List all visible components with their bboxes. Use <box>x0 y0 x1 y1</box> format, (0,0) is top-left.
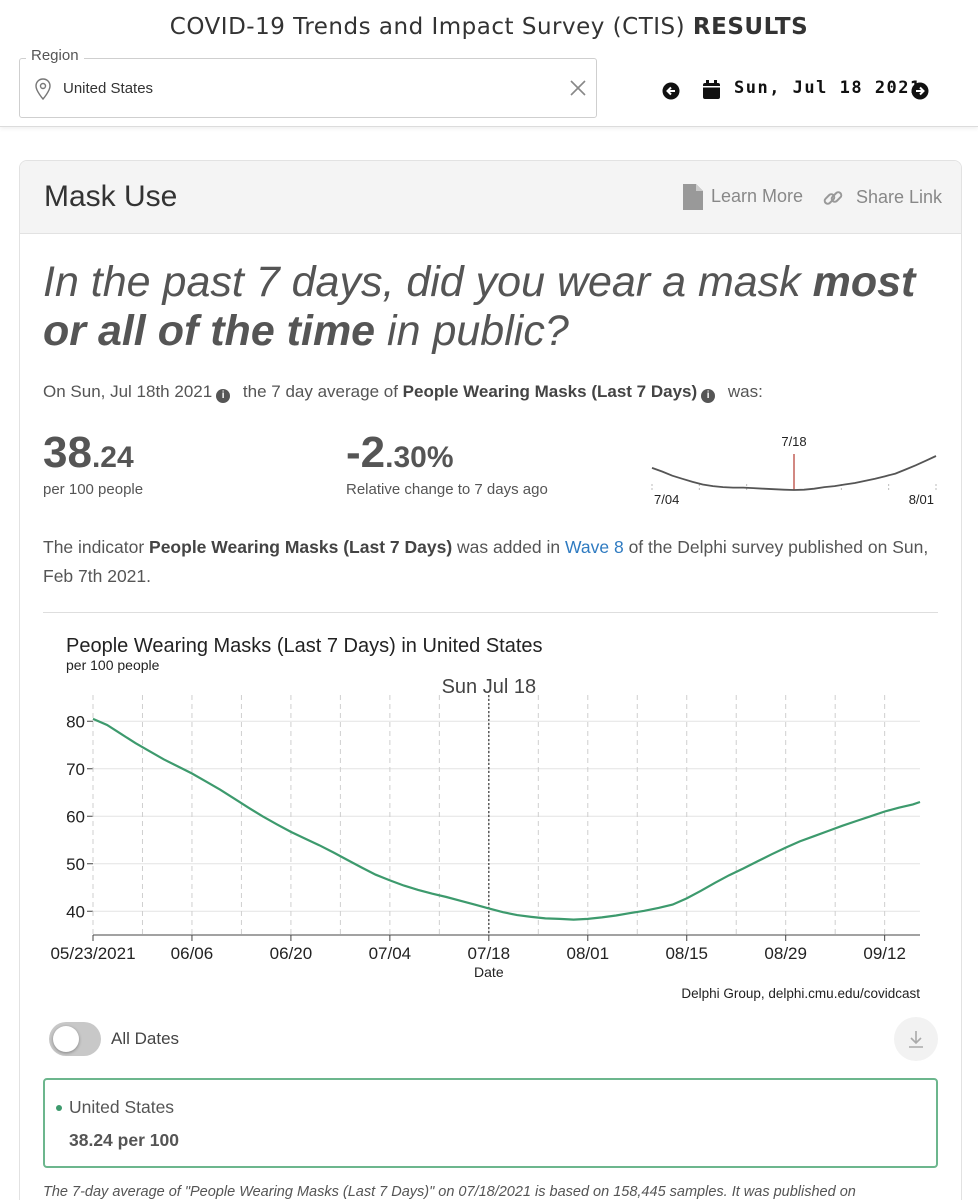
card-title: Mask Use <box>44 180 178 213</box>
selected-region-box <box>43 1078 938 1168</box>
y-tick-label: 80 <box>66 712 85 731</box>
indicator-added-note: The indicator People Wearing Masks (Last… <box>43 537 929 586</box>
chart-source: Delphi Group, delphi.cmu.edu/covidcast <box>681 986 920 1001</box>
x-tick-label: 08/29 <box>764 944 807 963</box>
toggle-knob[interactable] <box>53 1026 79 1052</box>
wave-link[interactable]: Wave 8 <box>565 537 624 557</box>
series-line <box>92 717 921 921</box>
region-input[interactable]: United States <box>63 80 153 97</box>
x-tick-label: 09/12 <box>863 944 906 963</box>
y-tick-label: 50 <box>66 855 85 874</box>
x-tick-label: 06/20 <box>270 944 313 963</box>
x-tick-label: 07/04 <box>369 944 412 963</box>
share-link[interactable]: Share Link <box>856 187 942 208</box>
sparkline-chart: 7/18 7/04 8/01 <box>651 434 937 507</box>
x-tick-label: 06/06 <box>171 944 214 963</box>
previous-date-icon[interactable] <box>662 82 680 100</box>
relative-change-label: Relative change to 7 days ago <box>346 481 548 498</box>
sparkline-marker-label: 7/18 <box>781 434 806 449</box>
info-icon[interactable]: i <box>701 389 716 403</box>
x-tick-label: 08/01 <box>567 944 610 963</box>
series-dot <box>56 1105 62 1111</box>
next-date-icon[interactable] <box>911 82 929 100</box>
info-icon[interactable]: i <box>216 389 231 403</box>
date-marker-label: Sun Jul 18 <box>442 676 537 698</box>
sample-footnote: The 7-day average of "People Wearing Mas… <box>43 1184 856 1200</box>
clear-icon[interactable] <box>569 79 587 97</box>
relative-change-value: -2.30% <box>346 428 454 477</box>
all-dates-label: All Dates <box>111 1029 180 1048</box>
location-pin-icon <box>35 78 51 100</box>
y-tick-label: 70 <box>66 760 85 779</box>
document-icon[interactable] <box>682 183 704 211</box>
legend-region-value: 38.24 per 100 <box>69 1130 179 1150</box>
chart-title: People Wearing Masks (Last 7 Days) in Un… <box>66 635 543 657</box>
sparkline-start-label: 7/04 <box>654 492 679 507</box>
calendar-icon[interactable] <box>702 79 721 100</box>
x-tick-label: 05/23/2021 <box>50 944 135 963</box>
x-tick-label: 08/15 <box>665 944 708 963</box>
download-icon[interactable] <box>905 1028 927 1050</box>
x-axis-label: Date <box>474 964 504 980</box>
x-tick-label: 07/18 <box>468 944 511 963</box>
link-icon[interactable] <box>822 187 844 209</box>
current-value: 38.24 <box>43 428 134 477</box>
chart-subtitle: per 100 people <box>66 657 160 673</box>
line-chart: People Wearing Masks (Last 7 Days) in Un… <box>50 635 921 1001</box>
value-unit: per 100 people <box>43 481 144 498</box>
region-label: Region <box>26 47 84 64</box>
card-header: Mask Use Learn More Share Link <box>20 161 961 234</box>
learn-more-link[interactable]: Learn More <box>711 186 803 207</box>
sparkline-end-label: 8/01 <box>909 492 934 507</box>
y-tick-label: 40 <box>66 902 85 921</box>
divider <box>43 612 938 613</box>
legend-region-name: United States <box>69 1097 175 1117</box>
selected-date[interactable]: Sun, Jul 18 2021 <box>734 78 922 98</box>
y-tick-label: 60 <box>66 807 85 826</box>
summary-sentence: On Sun, Jul 18th 2021 i the 7 day average… <box>43 382 763 403</box>
survey-question: In the past 7 days, did you wear a mask … <box>43 258 916 355</box>
app-title: COVID-19 Trends and Impact Survey (CTIS)… <box>169 14 809 40</box>
